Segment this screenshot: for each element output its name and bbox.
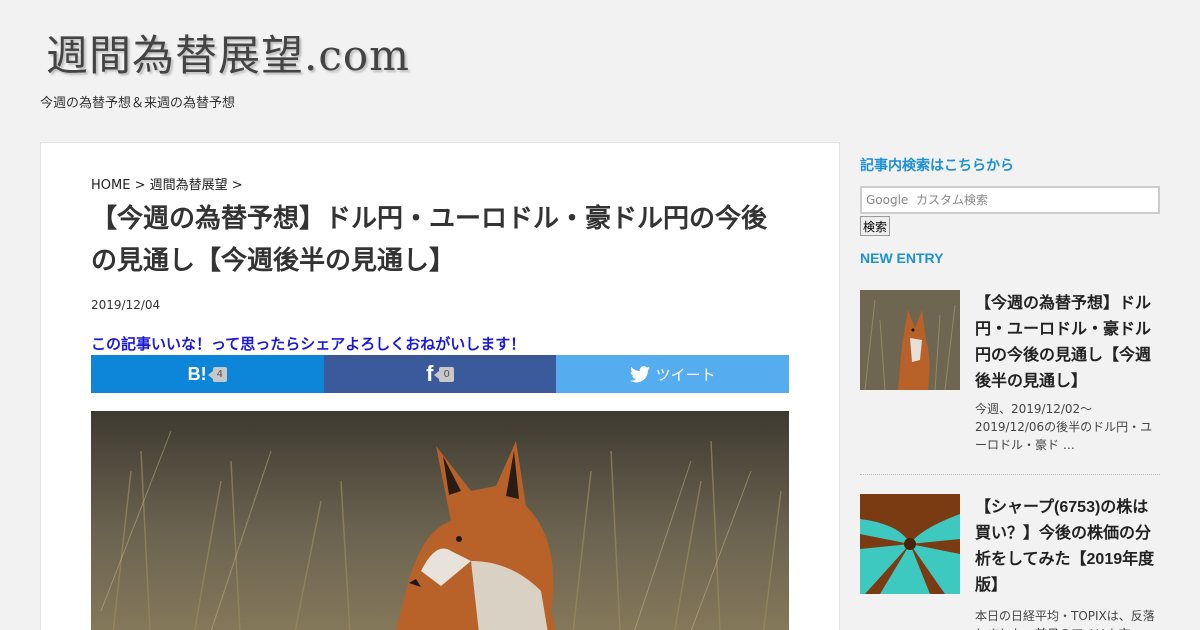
search-heading: 記事内検索はこちらから bbox=[860, 157, 1014, 173]
breadcrumb: HOME > 週間為替展望 > bbox=[91, 174, 243, 193]
tweet-label: ツイート bbox=[655, 365, 716, 384]
hatena-count: 4 bbox=[207, 366, 228, 382]
main-article: HOME > 週間為替展望 > 【今週の為替予想】ドル円・ユーロドル・豪ドル円の… bbox=[40, 142, 840, 630]
entry-thumbnail-fox[interactable] bbox=[860, 290, 960, 390]
twitter-tweet-button[interactable]: ツイート bbox=[556, 355, 790, 393]
facebook-count: 0 bbox=[434, 366, 454, 382]
facebook-icon: f bbox=[426, 361, 434, 386]
site-description: 今週の為替予想＆来週の為替予想 bbox=[40, 96, 236, 111]
entry-divider bbox=[860, 474, 1160, 475]
breadcrumb-separator: > bbox=[134, 178, 146, 193]
facebook-share-button[interactable]: f 0 bbox=[323, 355, 557, 393]
entry-excerpt: 今週、2019/12/02～2019/12/06の後半のドル円・ユーロドル・豪ド… bbox=[975, 402, 1153, 452]
hatena-bookmark-button[interactable]: B! 4 bbox=[91, 355, 324, 393]
search-button[interactable]: 検索 bbox=[860, 216, 891, 236]
twitter-bird-icon bbox=[629, 365, 650, 382]
breadcrumb-separator: > bbox=[231, 178, 243, 193]
entry-title-link[interactable]: 【今週の為替予想】ドル円・ユーロドル・豪ドル円の今後の見通し【今週後半の見通し】 bbox=[975, 291, 1160, 395]
share-bar: B! 4 f 0 ツイート bbox=[91, 355, 790, 393]
entry-excerpt: 本日の日経平均・TOPIXは、反落しました。前日のアメリカ市 bbox=[975, 609, 1155, 630]
post-date: 2019/12/04 bbox=[91, 298, 161, 312]
post-title: 【今週の為替予想】ドル円・ユーロドル・豪ドル円の今後の見通し【今週後半の見通し】 bbox=[91, 203, 768, 275]
new-entry-heading: NEW ENTRY bbox=[860, 250, 944, 266]
hatena-bookmark-icon: B! bbox=[187, 363, 207, 384]
share-message: この記事いいな！って思ったらシェアよろしくおねがいします！ bbox=[91, 335, 526, 353]
search-input[interactable] bbox=[862, 188, 1158, 212]
breadcrumb-home-link[interactable]: HOME bbox=[91, 178, 130, 193]
breadcrumb-category-link[interactable]: 週間為替展望 bbox=[150, 178, 228, 193]
search-box bbox=[860, 186, 1160, 214]
hero-image-fox bbox=[91, 411, 789, 630]
entry-thumbnail-palm[interactable] bbox=[860, 494, 960, 594]
site-title[interactable]: 週間為替展望.com bbox=[46, 22, 410, 83]
entry-title-link[interactable]: 【シャープ(6753)の株は買い？】今後の株価の分析をしてみた【2019年度版】 bbox=[975, 495, 1160, 599]
